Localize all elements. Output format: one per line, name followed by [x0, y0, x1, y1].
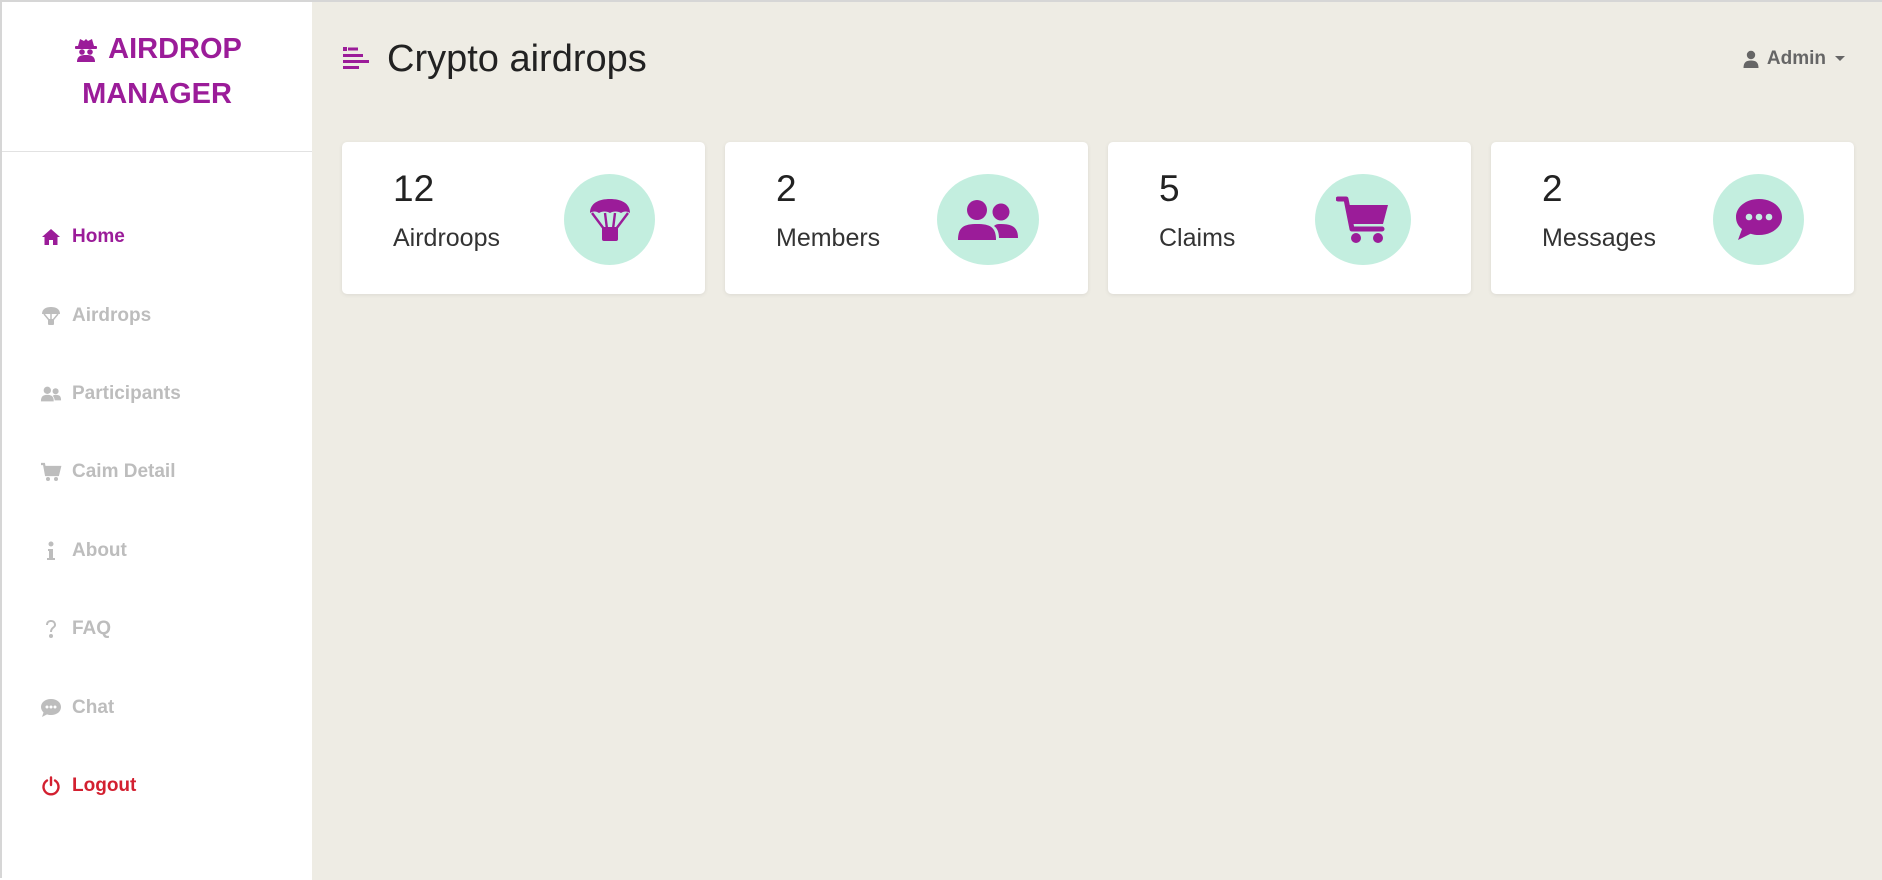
sidebar-item-logout[interactable]: Logout: [2, 747, 312, 825]
stat-card-airdrops[interactable]: 12 Airdroops: [342, 142, 705, 294]
home-icon: [40, 226, 62, 248]
main-content: Crypto airdrops Admin 12 Airdroops 2 Mem…: [312, 2, 1882, 880]
caret-down-icon: [1835, 56, 1845, 61]
stat-count: 2: [776, 168, 797, 209]
app-window: AIRDROP MANAGER Home Airdrops Participan…: [0, 0, 1882, 880]
stat-label: Airdroops: [393, 224, 500, 252]
stat-count: 5: [1159, 168, 1180, 209]
sidebar-item-claim-detail[interactable]: Caim Detail: [2, 433, 312, 511]
sidebar: AIRDROP MANAGER Home Airdrops Participan…: [2, 2, 312, 880]
sidebar-item-label: Chat: [72, 696, 115, 718]
info-icon: [40, 540, 62, 562]
brand-line2: MANAGER: [82, 77, 232, 110]
page-title: Crypto airdrops: [387, 38, 647, 80]
sidebar-item-label: Logout: [72, 774, 137, 796]
question-icon: [40, 618, 62, 640]
sidebar-item-home[interactable]: Home: [2, 198, 312, 276]
parachute-icon: [40, 305, 62, 327]
sidebar-item-label: Caim Detail: [72, 461, 176, 483]
stat-label: Members: [776, 224, 881, 252]
stat-count: 12: [393, 168, 435, 209]
stat-count: 2: [1542, 168, 1563, 209]
sidebar-item-about[interactable]: About: [2, 512, 312, 590]
sidebar-item-label: FAQ: [72, 618, 112, 640]
cart-icon: [1315, 174, 1411, 265]
stat-card-claims[interactable]: 5 Claims: [1108, 142, 1471, 294]
brand-line1: AIRDROP: [108, 32, 242, 65]
cart-icon: [40, 461, 62, 483]
top-header: Crypto airdrops Admin: [312, 2, 1882, 122]
chat-icon: [1713, 174, 1804, 265]
brand-logo[interactable]: AIRDROP MANAGER: [2, 2, 312, 152]
menu-toggle-icon[interactable]: [342, 45, 370, 73]
sidebar-nav: Home Airdrops Participants Caim Detail A…: [2, 198, 312, 825]
stat-label: Messages: [1542, 224, 1656, 252]
sidebar-item-label: Participants: [72, 382, 181, 404]
user-icon: [1743, 50, 1759, 68]
sidebar-item-airdrops[interactable]: Airdrops: [2, 276, 312, 354]
chat-icon: [40, 697, 62, 719]
parachute-icon: [564, 174, 655, 265]
stat-card-members[interactable]: 2 Members: [725, 142, 1088, 294]
spy-icon: [75, 39, 98, 62]
user-name: Admin: [1766, 48, 1826, 69]
power-icon: [40, 775, 62, 797]
stats-cards: 12 Airdroops 2 Members 5 Claims 2 Messag…: [342, 142, 1854, 294]
sidebar-item-participants[interactable]: Participants: [2, 355, 312, 433]
sidebar-item-chat[interactable]: Chat: [2, 668, 312, 746]
users-icon: [40, 383, 62, 405]
sidebar-item-label: About: [72, 539, 127, 561]
sidebar-item-label: Home: [72, 226, 125, 248]
stat-card-messages[interactable]: 2 Messages: [1491, 142, 1854, 294]
stat-label: Claims: [1159, 224, 1236, 252]
sidebar-item-faq[interactable]: FAQ: [2, 590, 312, 668]
user-menu[interactable]: Admin: [1743, 48, 1846, 70]
sidebar-item-label: Airdrops: [72, 304, 152, 326]
users-icon: [937, 174, 1039, 265]
